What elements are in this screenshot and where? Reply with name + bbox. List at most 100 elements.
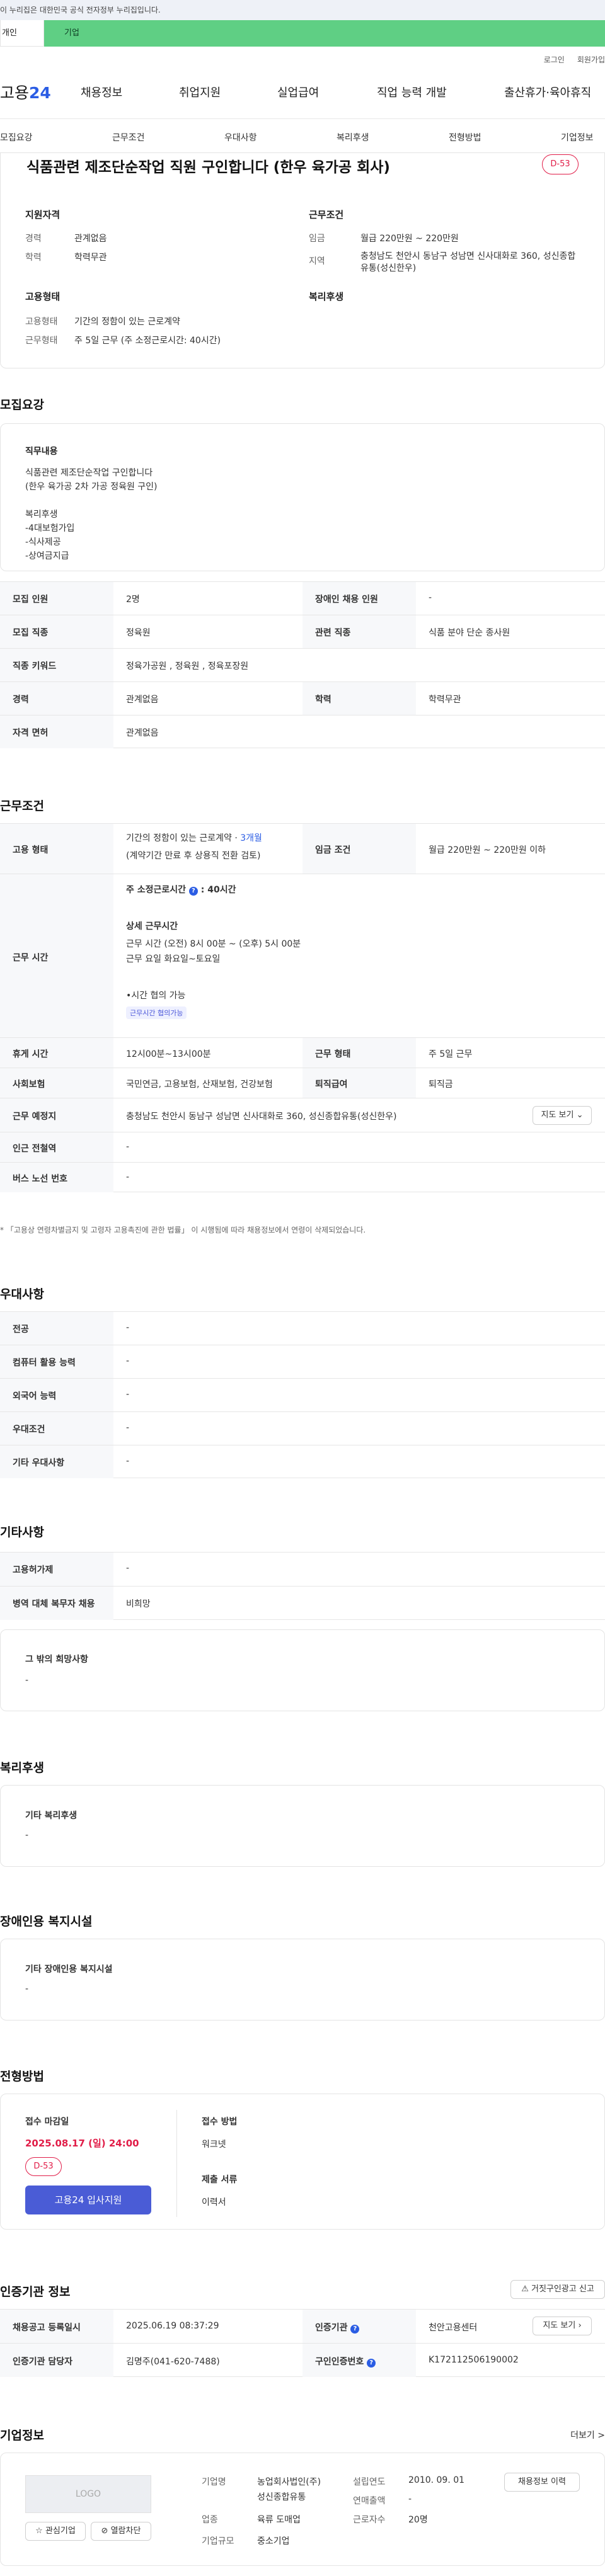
th: 고용허가제 [13, 1565, 54, 1575]
company-logo: LOGO [25, 2475, 151, 2513]
subnav-item[interactable]: 전형방법 [449, 131, 481, 144]
th: 경력 [13, 695, 29, 705]
td: 정육가공원 , 정육원 , 정육포장원 [126, 661, 249, 671]
sales-label: 연매출액 [353, 2496, 386, 2506]
fav-button[interactable]: ☆ 관심기업 [25, 2522, 86, 2541]
hope-value: - [25, 1675, 29, 1685]
td: - [429, 593, 432, 603]
est-label: 설립연도 [353, 2477, 386, 2487]
gnb-item[interactable]: 실업급여 [277, 84, 319, 100]
gnb-item[interactable]: 직업 능력 개발 [377, 84, 447, 100]
td: - [126, 1423, 130, 1433]
gnb-item[interactable]: 출산휴가·육아휴직 [504, 84, 591, 100]
gnb-item[interactable]: 채용정보 [81, 84, 122, 100]
report-button[interactable]: ⚠ 거짓구인광고 신고 [510, 2280, 605, 2299]
duty-line: (한우 육가공 2차 가공 정육원 구인) [25, 482, 158, 492]
method-label: 접수 방법 [202, 2117, 238, 2127]
no-label: 구인인증번호 [315, 2357, 364, 2367]
subnav-item[interactable]: 모집요강 [0, 131, 33, 144]
hope-box [0, 1629, 605, 1711]
section-cert: 인증기관 정보 [0, 2285, 71, 2299]
negotiable-tag: 근무시간 협의가능 [126, 1006, 187, 1019]
duty-line: 식품관련 제조단순작업 구인합니다 [25, 468, 153, 478]
td: 관계없음 [126, 695, 159, 705]
type-text: 기간의 정함이 있는 근로계약 · [126, 833, 241, 843]
td: 2025.06.19 08:37:29 [126, 2321, 219, 2331]
td: 정육원 [126, 628, 151, 638]
deadline-value: 2025.08.17 (일) 24:00 [25, 2138, 139, 2149]
join-link[interactable]: 회원가입 [577, 55, 605, 64]
subnav-item[interactable]: 복리후생 [337, 131, 369, 144]
td: - [126, 1172, 130, 1182]
hope-title: 그 밖의 희망사항 [25, 1655, 88, 1665]
info-icon[interactable]: ? [367, 2359, 376, 2368]
subnav-item[interactable]: 기업정보 [561, 131, 594, 144]
emp-type-label: 고용형태 [25, 317, 58, 327]
th: 고용 형태 [13, 845, 49, 855]
time-note: •시간 협의 가능 [126, 991, 186, 1001]
dday-badge: D-53 [542, 154, 579, 174]
th: 휴게 시간 [13, 1049, 49, 1059]
week-label: 주 소정근로시간 [126, 885, 187, 895]
job-history-button[interactable]: 채용정보 이력 [504, 2473, 580, 2492]
td: 2명 [126, 595, 140, 605]
td: 주 5일 근무 [429, 1049, 473, 1059]
gov-banner: 이 누리집은 대한민국 공식 전자정부 누리집입니다. [0, 0, 605, 20]
duty-line: 복리후생 [25, 510, 58, 520]
map-button[interactable]: 지도 보기 ⌄ [533, 1106, 592, 1125]
industry-label: 업종 [202, 2515, 218, 2525]
edu-value: 학력무관 [74, 253, 107, 263]
week-val: : 40시간 [200, 885, 236, 895]
section-conditions: 근무조건 [0, 799, 44, 813]
td: 식품 분야 단순 종사원 [429, 628, 510, 638]
report-label: 거짓구인광고 신고 [531, 2284, 594, 2294]
welfare-box-value: - [25, 1830, 29, 1840]
section-recruit: 모집요강 [0, 398, 44, 412]
type-months: 3개월 [240, 833, 262, 843]
section-company: 기업정보 [0, 2429, 44, 2442]
size-label: 기업규모 [202, 2536, 234, 2546]
edu-label: 학력 [25, 253, 42, 263]
td: - [126, 1142, 130, 1152]
global-nav: 채용정보 취업지원 실업급여 직업 능력 개발 출산휴가·육아휴직 [0, 84, 605, 105]
info-icon[interactable]: ? [188, 887, 198, 896]
th: 외국어 능력 [13, 1391, 57, 1401]
login-link[interactable]: 로그인 [544, 55, 565, 64]
est-value: 2010. 09. 01 [408, 2475, 465, 2485]
th: 사회보험 [13, 1080, 45, 1090]
area-value: 충청남도 천안시 동남구 성남면 신사대화로 360, 성신종합유통(성신한우) [360, 251, 576, 273]
td: 국민연금, 고용보험, 산재보험, 건강보험 [126, 1080, 273, 1090]
tab-individual[interactable]: 개인 [0, 20, 44, 47]
gnb-item[interactable]: 취업지원 [179, 84, 221, 100]
disability-box-title: 기타 장애인용 복지시설 [25, 1964, 113, 1975]
td: - [126, 1389, 130, 1399]
tab-business[interactable]: 기업 [44, 20, 605, 47]
td: 12시00분~13시00분 [126, 1049, 211, 1059]
size-value: 중소기업 [257, 2536, 290, 2546]
company-more-link[interactable]: 더보기 > [570, 2429, 605, 2441]
td: 학력무관 [429, 695, 461, 705]
career-value: 관계없음 [74, 234, 107, 244]
chevron-right-icon: › [578, 2321, 582, 2330]
apply-button[interactable]: 고용24 입사지원 [25, 2186, 151, 2214]
duty-line: -4대보험가입 [25, 523, 75, 533]
subnav-item[interactable]: 우대사항 [224, 131, 257, 144]
th: 우대조건 [13, 1425, 45, 1435]
report-icon: ⚠ [521, 2284, 529, 2294]
th: 자격 면허 [13, 728, 49, 738]
th: 모집 인원 [13, 595, 49, 605]
section-preference: 우대사항 [0, 1287, 44, 1301]
section-apply: 전형방법 [0, 2070, 44, 2083]
th: 인근 전철역 [13, 1144, 57, 1154]
info-icon[interactable]: ? [350, 2325, 360, 2334]
th: 기타 우대사항 [13, 1458, 65, 1468]
cert-map-button[interactable]: 지도 보기 › [533, 2317, 592, 2335]
type-note: (계약기간 만료 후 상용직 전환 검토) [126, 851, 261, 861]
th: 장애인 채용 인원 [315, 595, 378, 605]
th: 컴퓨터 활용 능력 [13, 1358, 76, 1368]
apply-dday-badge: D-53 [25, 2157, 62, 2176]
td: - [126, 1563, 130, 1573]
block-button[interactable]: ⊘ 열람차단 [91, 2522, 151, 2541]
subnav-item[interactable]: 근무조건 [112, 131, 145, 144]
map-button-label: 지도 보기 [541, 1110, 574, 1120]
